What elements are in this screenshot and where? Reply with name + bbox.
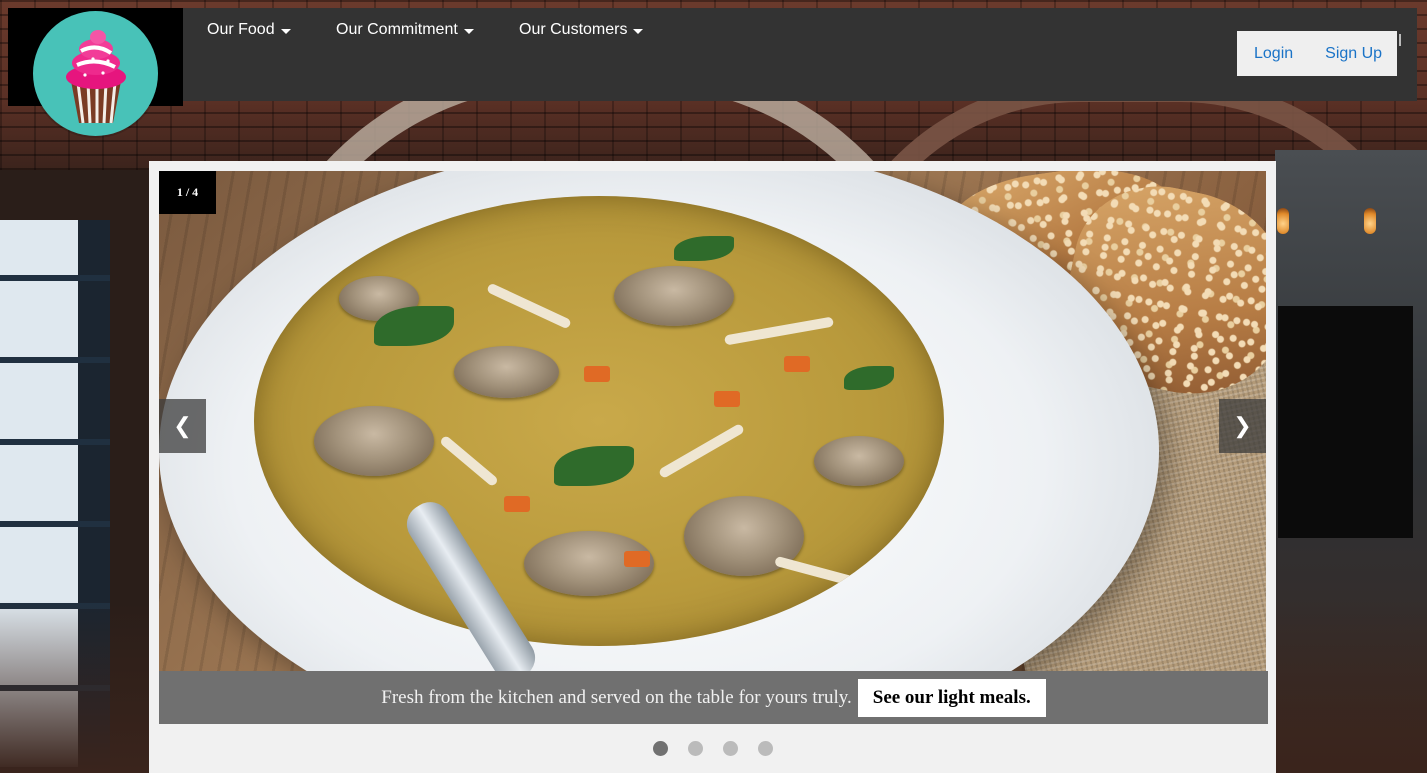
nav-our-food[interactable]: Our Food bbox=[207, 21, 291, 39]
mushroom bbox=[614, 266, 734, 326]
chicken-shred bbox=[438, 434, 500, 488]
herb-leaf bbox=[844, 366, 894, 390]
nav-our-commitment[interactable]: Our Commitment bbox=[336, 21, 474, 39]
mushroom bbox=[454, 346, 559, 398]
slide-dots bbox=[149, 741, 1276, 761]
slide-counter: 1 / 4 bbox=[159, 171, 216, 214]
nav-label: Our Food bbox=[207, 21, 275, 38]
slide-image-soup bbox=[159, 171, 1266, 671]
carrot-piece bbox=[624, 551, 650, 567]
chicken-shred bbox=[486, 282, 572, 330]
chicken-shred bbox=[723, 316, 835, 346]
bulb-icon bbox=[1364, 208, 1376, 234]
divider bbox=[1399, 34, 1401, 46]
caret-down-icon bbox=[633, 28, 644, 34]
soup-bowl bbox=[254, 196, 944, 646]
slide-caption-bar: Fresh from the kitchen and served on the… bbox=[159, 671, 1268, 724]
slide-caption: Fresh from the kitchen and served on the… bbox=[381, 686, 852, 708]
dark-panel bbox=[1278, 306, 1413, 538]
slide-dot-1[interactable] bbox=[652, 741, 668, 756]
carrot-piece bbox=[714, 391, 740, 407]
carrot-piece bbox=[584, 366, 610, 382]
slideshow: 1 / 4 ❮ ❯ Fresh from the kitchen and ser… bbox=[149, 161, 1276, 773]
auth-links: Login Sign Up bbox=[1237, 31, 1397, 76]
login-link[interactable]: Login bbox=[1254, 45, 1293, 63]
nav-label: Our Commitment bbox=[336, 21, 458, 38]
top-navbar: Our Food Our Commitment Our Customers bbox=[183, 8, 1417, 101]
herb-leaf bbox=[554, 446, 634, 486]
nav-our-customers[interactable]: Our Customers bbox=[519, 21, 644, 39]
cupcake-icon[interactable] bbox=[33, 11, 158, 136]
slide-dot-2[interactable] bbox=[687, 741, 703, 756]
chicken-shred bbox=[774, 555, 854, 587]
bulb-icon bbox=[1277, 208, 1289, 234]
nav-label: Our Customers bbox=[519, 21, 628, 38]
light-meals-button[interactable]: See our light meals. bbox=[857, 678, 1046, 717]
mushroom bbox=[814, 436, 904, 486]
chicken-shred bbox=[657, 422, 746, 480]
signup-link[interactable]: Sign Up bbox=[1325, 45, 1382, 63]
prev-arrow-icon[interactable]: ❮ bbox=[159, 399, 206, 453]
herb-leaf bbox=[674, 236, 734, 261]
slide-dot-4[interactable] bbox=[757, 741, 773, 756]
caret-down-icon bbox=[463, 28, 474, 34]
next-arrow-icon[interactable]: ❯ bbox=[1219, 399, 1266, 453]
caret-down-icon bbox=[280, 28, 291, 34]
carrot-piece bbox=[784, 356, 810, 372]
soup-plate bbox=[159, 171, 1159, 671]
mushroom bbox=[314, 406, 434, 476]
carrot-piece bbox=[504, 496, 530, 512]
slide-dot-3[interactable] bbox=[722, 741, 738, 756]
